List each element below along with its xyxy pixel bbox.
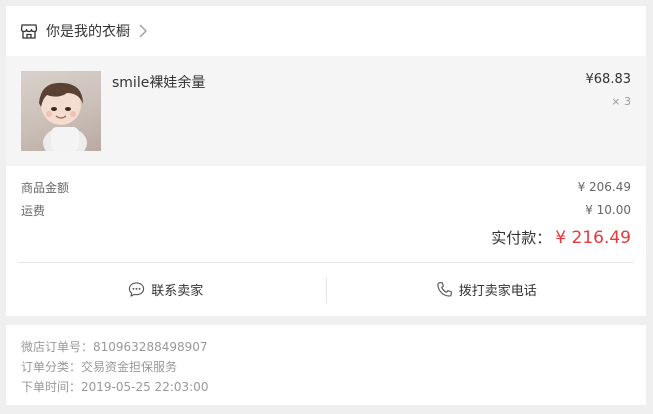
order-number: 微店订单号：810963288498907 [21, 340, 208, 354]
seller-actions: 联系卖家 拨打卖家电话 [6, 263, 646, 316]
phone-icon [437, 282, 452, 297]
goods-amount-row: 商品金额 ¥ 206.49 [21, 178, 631, 196]
shop-name: 你是我的衣橱 [46, 24, 130, 40]
paid-label: 实付款： [491, 229, 552, 247]
product-price: ¥68.83 [585, 72, 632, 87]
goods-amount-value: ¥ 206.49 [577, 180, 631, 194]
shop-header[interactable]: 你是我的衣橱 [6, 6, 646, 56]
product-item[interactable]: smile裸娃余量 ¥68.83 × 3 [6, 56, 646, 166]
paid-amount: ¥ 216.49 [555, 228, 631, 248]
order-meta-card: 微店订单号：810963288498907 订单分类：交易资金担保服务 下单时间… [6, 325, 646, 405]
store-icon [20, 24, 38, 39]
order-category: 订单分类：交易资金担保服务 [21, 360, 178, 374]
contact-seller-button[interactable]: 联系卖家 [6, 263, 326, 316]
contact-seller-label: 联系卖家 [151, 284, 204, 299]
shipping-value: ¥ 10.00 [585, 203, 631, 217]
order-time: 下单时间：2019-05-25 22:03:00 [21, 380, 209, 394]
product-title[interactable]: smile裸娃余量 [112, 72, 205, 92]
product-thumbnail [21, 71, 101, 151]
shipping-label: 运费 [21, 203, 46, 218]
chat-bubble-icon [129, 282, 145, 297]
chevron-right-icon [139, 24, 147, 38]
shipping-row: 运费 ¥ 10.00 [21, 201, 631, 219]
call-seller-label: 拨打卖家电话 [458, 284, 537, 299]
order-card: 你是我的衣橱 smile裸娃余量 ¥68.83 × 3 商品金额 ¥ 206.4… [6, 6, 646, 316]
call-seller-button[interactable]: 拨打卖家电话 [327, 263, 647, 316]
goods-amount-label: 商品金额 [21, 180, 70, 195]
paid-total: 实付款： ¥ 216.49 [491, 227, 631, 248]
product-quantity: × 3 [611, 95, 631, 108]
